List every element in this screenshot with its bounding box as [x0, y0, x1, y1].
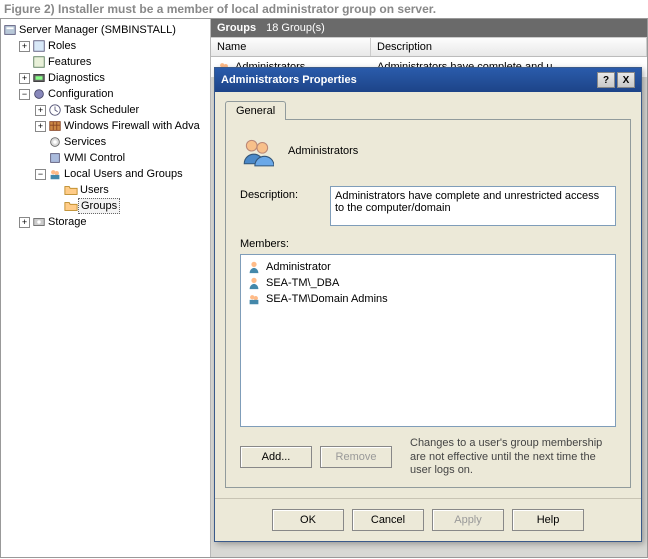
tree-roles[interactable]: + Roles — [3, 38, 208, 54]
titlebar[interactable]: Administrators Properties ? X — [215, 68, 641, 92]
member-item[interactable]: SEA-TM\Domain Admins — [245, 291, 611, 307]
tree-task-scheduler[interactable]: + Task Scheduler — [3, 102, 208, 118]
user-icon — [247, 260, 261, 274]
tree-label: Diagnostics — [46, 71, 107, 85]
member-name: SEA-TM\Domain Admins — [266, 293, 388, 305]
group-name-text: Administrators — [288, 145, 358, 157]
panel-header: Groups 18 Group(s) — [211, 19, 647, 37]
firewall-icon — [48, 119, 62, 133]
server-icon — [3, 23, 17, 37]
dialog-body: General Administrators Description: Memb… — [215, 92, 641, 498]
tree-firewall[interactable]: + Windows Firewall with Adva — [3, 118, 208, 134]
people-icon — [48, 167, 62, 181]
close-button[interactable]: X — [617, 72, 635, 88]
tree-label: Features — [46, 55, 93, 69]
tree-label: Windows Firewall with Adva — [62, 119, 202, 133]
storage-icon — [32, 215, 46, 229]
minus-icon[interactable]: − — [19, 89, 30, 100]
minus-icon[interactable]: − — [35, 169, 46, 180]
help-button-footer[interactable]: Help — [512, 509, 584, 531]
apply-button[interactable]: Apply — [432, 509, 504, 531]
user-icon — [247, 276, 261, 290]
help-button[interactable]: ? — [597, 72, 615, 88]
tree-users[interactable]: Users — [3, 182, 208, 198]
tree-label: Storage — [46, 215, 89, 229]
folder-icon — [64, 199, 78, 213]
member-name: SEA-TM\_DBA — [266, 277, 339, 289]
ok-button[interactable]: OK — [272, 509, 344, 531]
tree-label: Local Users and Groups — [62, 167, 185, 181]
member-item[interactable]: SEA-TM\_DBA — [245, 275, 611, 291]
tree-label: Users — [78, 183, 111, 197]
description-label: Description: — [240, 186, 320, 201]
panel-count: 18 Group(s) — [266, 22, 325, 34]
tree-root[interactable]: Server Manager (SMBINSTALL) — [3, 22, 208, 38]
dialog-title: Administrators Properties — [221, 74, 595, 86]
tree-pane: Server Manager (SMBINSTALL) + Roles Feat… — [1, 19, 211, 557]
roles-icon — [32, 39, 46, 53]
diagnostics-icon — [32, 71, 46, 85]
tree-label: Configuration — [46, 87, 115, 101]
plus-icon[interactable]: + — [35, 121, 46, 132]
tree-groups[interactable]: Groups — [3, 198, 208, 214]
gear-icon — [48, 135, 62, 149]
description-input[interactable] — [330, 186, 616, 226]
features-icon — [32, 55, 46, 69]
tree-label: Groups — [78, 198, 120, 214]
plus-icon[interactable]: + — [19, 217, 30, 228]
tab-strip: General — [225, 100, 631, 119]
tree-features[interactable]: Features — [3, 54, 208, 70]
col-description[interactable]: Description — [371, 38, 647, 56]
plus-icon[interactable]: + — [19, 73, 30, 84]
col-name[interactable]: Name — [211, 38, 371, 56]
tree-diagnostics[interactable]: + Diagnostics — [3, 70, 208, 86]
tab-page: Administrators Description: Members: Adm… — [225, 119, 631, 488]
panel-title: Groups — [217, 22, 256, 34]
cancel-button[interactable]: Cancel — [352, 509, 424, 531]
members-label: Members: — [240, 238, 616, 250]
plus-icon[interactable]: + — [35, 105, 46, 116]
plus-icon[interactable]: + — [19, 41, 30, 52]
tree-label: WMI Control — [62, 151, 127, 165]
tree-wmi[interactable]: WMI Control — [3, 150, 208, 166]
tree-storage[interactable]: + Storage — [3, 214, 208, 230]
tree-lug[interactable]: − Local Users and Groups — [3, 166, 208, 182]
member-item[interactable]: Administrator — [245, 259, 611, 275]
members-list[interactable]: Administrator SEA-TM\_DBA SEA-TM\Domain … — [240, 254, 616, 427]
clock-icon — [48, 103, 62, 117]
config-icon — [32, 87, 46, 101]
tree-label: Services — [62, 135, 108, 149]
tree-services[interactable]: Services — [3, 134, 208, 150]
wmi-icon — [48, 151, 62, 165]
folder-icon — [64, 183, 78, 197]
group-big-icon — [240, 134, 274, 168]
member-name: Administrator — [266, 261, 331, 273]
tree-label: Server Manager (SMBINSTALL) — [17, 23, 178, 37]
tree-configuration[interactable]: − Configuration — [3, 86, 208, 102]
tree-label: Task Scheduler — [62, 103, 141, 117]
group-icon — [247, 292, 261, 306]
add-button[interactable]: Add... — [240, 446, 312, 468]
tab-general[interactable]: General — [225, 101, 286, 120]
dialog-footer: OK Cancel Apply Help — [215, 498, 641, 541]
membership-note: Changes to a user's group membership are… — [400, 437, 616, 477]
tree-label: Roles — [46, 39, 78, 53]
list-header: Name Description — [211, 37, 647, 57]
figure-caption: Figure 2) Installer must be a member of … — [0, 0, 648, 18]
remove-button[interactable]: Remove — [320, 446, 392, 468]
properties-dialog: Administrators Properties ? X General Ad… — [214, 67, 642, 542]
